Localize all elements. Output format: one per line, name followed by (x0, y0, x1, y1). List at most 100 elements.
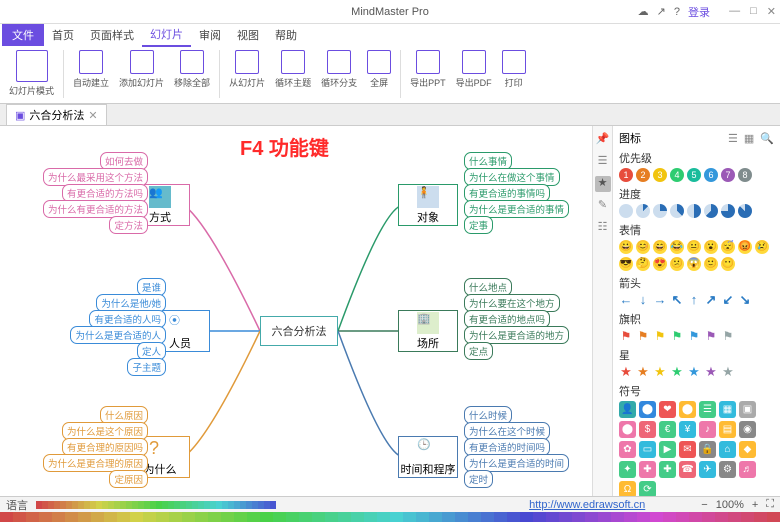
help-icon[interactable]: ? (674, 6, 680, 18)
rail-pin-icon[interactable]: 📌 (595, 132, 611, 148)
maximize-icon[interactable]: □ (750, 5, 757, 18)
leaf-node[interactable]: 定方法 (109, 216, 148, 234)
zoom-out-icon[interactable]: − (701, 499, 707, 511)
arrow-0[interactable]: ← (619, 293, 633, 307)
priority-1[interactable]: 1 (619, 168, 633, 182)
leaf-node[interactable]: 定点 (464, 342, 493, 360)
star-0[interactable]: ★ (619, 365, 633, 379)
symbol-2[interactable]: ❤ (659, 401, 676, 418)
face-13[interactable]: 😱 (687, 257, 701, 271)
doc-tab[interactable]: ▣ 六合分析法 ✕ (6, 104, 107, 125)
symbol-23[interactable]: ✚ (659, 461, 676, 478)
symbol-18[interactable]: 🔒 (699, 441, 716, 458)
menu-slideshow[interactable]: 幻灯片 (142, 23, 191, 47)
priority-7[interactable]: 7 (721, 168, 735, 182)
face-14[interactable]: 🙂 (704, 257, 718, 271)
arrow-7[interactable]: ↘ (738, 293, 752, 307)
menu-view[interactable]: 视图 (229, 24, 267, 46)
star-3[interactable]: ★ (670, 365, 684, 379)
progress-5[interactable] (704, 204, 718, 218)
symbol-24[interactable]: ☎ (679, 461, 696, 478)
face-6[interactable]: 😴 (721, 240, 735, 254)
progress-4[interactable] (687, 204, 701, 218)
face-2[interactable]: 😄 (653, 240, 667, 254)
arrow-1[interactable]: ↓ (636, 293, 650, 307)
leaf-node[interactable]: 定事 (464, 216, 493, 234)
close-tab-icon[interactable]: ✕ (88, 109, 97, 122)
flag-3[interactable]: ⚑ (670, 329, 684, 343)
flag-2[interactable]: ⚑ (653, 329, 667, 343)
branch-object[interactable]: 🧍对象 (398, 184, 458, 226)
search-icon[interactable]: 🔍 (760, 132, 774, 145)
branch-time[interactable]: 🕒时间和程序 (398, 436, 458, 478)
priority-3[interactable]: 3 (653, 168, 667, 182)
login-link[interactable]: 登录 (688, 4, 710, 20)
flag-1[interactable]: ⚑ (636, 329, 650, 343)
share-icon[interactable]: ↗ (657, 5, 666, 18)
arrow-6[interactable]: ↙ (721, 293, 735, 307)
star-2[interactable]: ★ (653, 365, 667, 379)
symbol-12[interactable]: ▤ (719, 421, 736, 438)
symbol-1[interactable]: ⬤ (639, 401, 656, 418)
arrow-4[interactable]: ↑ (687, 293, 701, 307)
symbol-10[interactable]: ¥ (679, 421, 696, 438)
symbol-26[interactable]: ⚙ (719, 461, 736, 478)
arrow-5[interactable]: ↗ (704, 293, 718, 307)
symbol-20[interactable]: ◆ (739, 441, 756, 458)
symbol-19[interactable]: ⌂ (719, 441, 736, 458)
flag-6[interactable]: ⚑ (721, 329, 735, 343)
close-icon[interactable]: ✕ (767, 5, 776, 18)
priority-2[interactable]: 2 (636, 168, 650, 182)
face-5[interactable]: 😮 (704, 240, 718, 254)
symbol-13[interactable]: ◉ (739, 421, 756, 438)
menu-home[interactable]: 首页 (44, 24, 82, 46)
status-lang[interactable]: 语言 (6, 497, 28, 513)
symbol-5[interactable]: ▦ (719, 401, 736, 418)
rb-print[interactable]: 打印 (499, 48, 529, 91)
flag-0[interactable]: ⚑ (619, 329, 633, 343)
face-0[interactable]: 😀 (619, 240, 633, 254)
face-4[interactable]: 😐 (687, 240, 701, 254)
menu-help[interactable]: 帮助 (267, 24, 305, 46)
face-9[interactable]: 😎 (619, 257, 633, 271)
symbol-15[interactable]: ▭ (639, 441, 656, 458)
face-7[interactable]: 😡 (738, 240, 752, 254)
view-grid-icon[interactable]: ▦ (744, 132, 754, 145)
face-12[interactable]: 😕 (670, 257, 684, 271)
menu-pagestyle[interactable]: 页面样式 (82, 24, 142, 46)
symbol-27[interactable]: ♬ (739, 461, 756, 478)
symbol-17[interactable]: ✉ (679, 441, 696, 458)
rb-loopbranch[interactable]: 循环分支 (318, 48, 360, 91)
cloud-icon[interactable]: ☁ (638, 5, 649, 18)
fit-icon[interactable]: ⛶ (766, 498, 774, 511)
rail-list-icon[interactable]: ☰ (595, 154, 611, 170)
symbol-14[interactable]: ✿ (619, 441, 636, 458)
branch-place[interactable]: 🏢场所 (398, 310, 458, 352)
symbol-0[interactable]: 👤 (619, 401, 636, 418)
priority-8[interactable]: 8 (738, 168, 752, 182)
leaf-node[interactable]: 定时 (464, 470, 493, 488)
face-3[interactable]: 😂 (670, 240, 684, 254)
face-10[interactable]: 🤔 (636, 257, 650, 271)
center-topic[interactable]: 六合分析法 (260, 316, 338, 346)
face-1[interactable]: 😊 (636, 240, 650, 254)
color-strip[interactable] (0, 512, 780, 522)
face-8[interactable]: 😢 (755, 240, 769, 254)
minimize-icon[interactable]: — (729, 5, 740, 18)
star-6[interactable]: ★ (721, 365, 735, 379)
rb-exportppt[interactable]: 导出PPT (407, 48, 449, 91)
menu-review[interactable]: 审阅 (191, 24, 229, 46)
symbol-16[interactable]: ▶ (659, 441, 676, 458)
progress-0[interactable] (619, 204, 633, 218)
flag-4[interactable]: ⚑ (687, 329, 701, 343)
rb-removeall[interactable]: 移除全部 (171, 48, 213, 91)
symbol-22[interactable]: ✚ (639, 461, 656, 478)
arrow-3[interactable]: ↖ (670, 293, 684, 307)
file-menu[interactable]: 文件 (2, 24, 44, 46)
progress-7[interactable] (738, 204, 752, 218)
rb-looptheme[interactable]: 循环主题 (272, 48, 314, 91)
symbol-29[interactable]: ⟳ (639, 481, 656, 496)
symbol-6[interactable]: ▣ (739, 401, 756, 418)
rb-addslide[interactable]: 添加幻灯片 (116, 48, 167, 91)
canvas[interactable]: F4 功能键 六合分析法 👥方式 ⦿人员 ?为什么 🧍对象 🏢场所 🕒时间和程序… (0, 126, 612, 496)
